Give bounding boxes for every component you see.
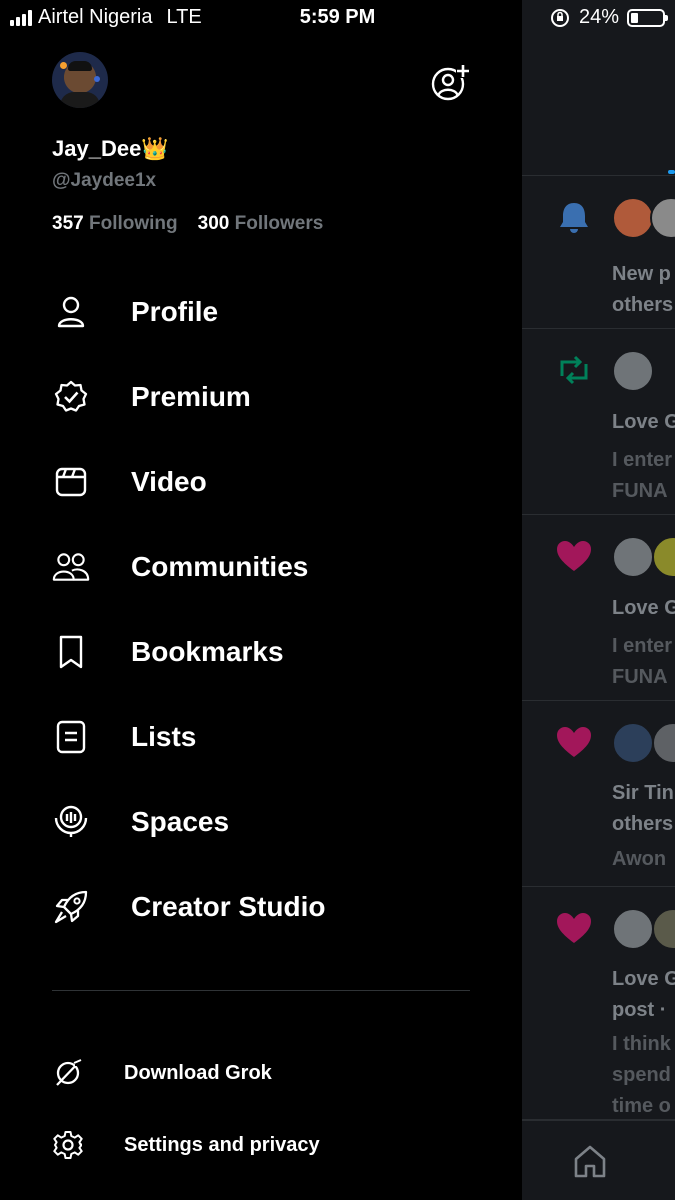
follow-stats: 357 Following 300 Followers — [52, 213, 323, 235]
menu-item-label: Download Grok — [124, 1061, 272, 1084]
menu-item-video[interactable]: Video — [52, 457, 207, 507]
followers-label: Followers — [234, 213, 324, 234]
battery-icon — [627, 8, 668, 27]
menu-item-bookmarks[interactable]: Bookmarks — [52, 627, 284, 677]
menu-item-label: Creator Studio — [131, 891, 326, 922]
menu-item-label: Communities — [131, 551, 309, 582]
notification-preview: I think spend time o — [612, 1033, 671, 1117]
menu-item-spaces[interactable]: Spaces — [52, 797, 229, 847]
avatar[interactable] — [52, 52, 108, 108]
menu-item-label: Video — [131, 466, 207, 497]
spaces-mic-icon — [52, 803, 90, 841]
notification-preview: I enter FUNA — [612, 635, 673, 688]
notification-text: Love G — [612, 597, 675, 619]
bookmark-icon — [52, 633, 90, 671]
followers-link[interactable]: 300 Followers — [198, 213, 324, 235]
menu-item-settings-privacy[interactable]: Settings and privacy — [52, 1125, 320, 1165]
background-notifications-panel[interactable]: New p others Love G I enter FUNA Love G … — [522, 0, 675, 1200]
avatar — [612, 350, 654, 392]
heart-icon — [557, 541, 591, 571]
rotation-lock-icon — [550, 8, 569, 27]
menu-item-premium[interactable]: Premium — [52, 372, 251, 422]
person-icon — [52, 293, 90, 331]
rocket-icon — [52, 888, 90, 926]
menu-item-creator-studio[interactable]: Creator Studio — [52, 882, 325, 932]
avatar — [650, 197, 675, 239]
grok-icon — [52, 1057, 84, 1089]
menu-item-label: Spaces — [131, 806, 230, 837]
navigation-drawer: Jay_Dee👑 @Jaydee1x 357 Following 300 Fol… — [0, 0, 522, 1200]
menu-item-label: Bookmarks — [131, 636, 284, 667]
home-icon[interactable] — [572, 1143, 608, 1179]
repost-icon — [560, 355, 588, 385]
communities-icon — [52, 548, 90, 586]
avatar — [612, 908, 654, 950]
add-account-icon[interactable] — [430, 64, 470, 104]
notification-item[interactable]: New p others — [522, 177, 675, 329]
menu-item-label: Settings and privacy — [124, 1133, 320, 1156]
user-handle: @Jaydee1x — [52, 170, 157, 191]
notification-item[interactable]: Love G I enter FUNA — [522, 330, 675, 515]
menu-item-profile[interactable]: Profile — [52, 287, 218, 337]
notification-item[interactable]: Love G post · I think spend time o — [522, 888, 675, 1120]
bell-icon — [560, 203, 588, 233]
menu-item-download-grok[interactable]: Download Grok — [52, 1053, 272, 1093]
notification-preview: Awon — [612, 848, 667, 870]
avatar — [612, 722, 654, 764]
verified-badge-icon — [52, 378, 90, 416]
notification-item[interactable]: Love G I enter FUNA — [522, 516, 675, 701]
notification-text: Sir Tin others — [612, 782, 674, 835]
status-bar: Airtel Nigeria LTE 5:59 PM 24% — [0, 0, 675, 36]
notification-item[interactable]: Sir Tin others Awon — [522, 702, 675, 887]
menu-item-communities[interactable]: Communities — [52, 542, 308, 592]
avatar — [612, 197, 654, 239]
status-right: 24% — [549, 6, 668, 29]
menu-item-label: Premium — [131, 381, 251, 412]
followers-count: 300 — [197, 213, 230, 234]
video-clapper-icon — [52, 463, 90, 501]
list-icon — [52, 718, 90, 756]
bottom-nav — [522, 1120, 675, 1200]
avatar — [652, 536, 675, 578]
avatar — [652, 908, 675, 950]
menu-item-label: Lists — [131, 721, 197, 752]
heart-icon — [557, 727, 591, 757]
notification-text: Love G — [612, 411, 675, 433]
following-label: Following — [88, 213, 178, 234]
display-name[interactable]: Jay_Dee👑 — [52, 136, 169, 162]
avatar — [652, 722, 675, 764]
menu-item-label: Profile — [131, 296, 219, 327]
following-count: 357 — [52, 213, 84, 234]
notification-text: Love G post · — [612, 968, 675, 1021]
heart-icon — [557, 913, 591, 943]
notification-text: New p others — [612, 263, 674, 316]
avatar — [612, 536, 654, 578]
gear-icon — [52, 1129, 84, 1161]
battery-fill — [631, 12, 638, 23]
tab-indicator — [668, 170, 675, 174]
notification-preview: I enter FUNA — [612, 449, 673, 502]
battery-percent: 24% — [578, 6, 619, 28]
following-link[interactable]: 357 Following — [52, 213, 178, 235]
menu-divider — [52, 990, 470, 991]
menu-item-lists[interactable]: Lists — [52, 712, 196, 762]
